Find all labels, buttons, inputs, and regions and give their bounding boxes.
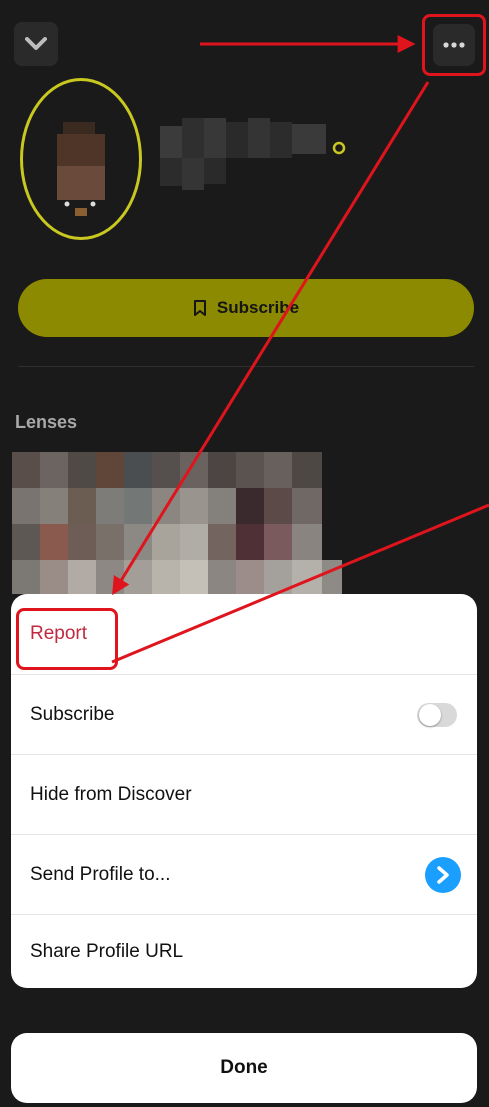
menu-item-label: Share Profile URL bbox=[30, 940, 184, 962]
menu-item-share-profile-url[interactable]: Share Profile URL bbox=[11, 914, 477, 988]
lens-thumbnails-redacted[interactable] bbox=[12, 452, 342, 594]
lenses-section-title: Lenses bbox=[15, 412, 78, 432]
done-button[interactable]: Done bbox=[11, 1033, 477, 1103]
profile-header bbox=[0, 0, 489, 90]
report-highlight-box bbox=[16, 608, 118, 670]
menu-item-send-profile[interactable]: Send Profile to... bbox=[11, 834, 477, 914]
bookmark-icon bbox=[193, 300, 206, 316]
more-horizontal-icon bbox=[443, 42, 465, 48]
profile-avatar[interactable] bbox=[20, 78, 142, 240]
menu-item-label: Hide from Discover bbox=[30, 783, 192, 805]
subscribe-button-label: Subscribe bbox=[216, 298, 300, 317]
send-arrow-button[interactable] bbox=[425, 857, 461, 893]
divider bbox=[18, 366, 474, 367]
more-options-highlight bbox=[422, 14, 486, 76]
collapse-button[interactable] bbox=[14, 22, 58, 66]
menu-item-report[interactable]: Report bbox=[11, 594, 477, 674]
avatar bbox=[57, 122, 105, 216]
subscribe-toggle[interactable] bbox=[417, 703, 457, 727]
menu-item-label: Subscribe bbox=[30, 703, 115, 725]
arrow-right-icon bbox=[437, 866, 449, 884]
menu-item-subscribe[interactable]: Subscribe bbox=[11, 674, 477, 754]
menu-item-hide-from-discover[interactable]: Hide from Discover bbox=[11, 754, 477, 834]
chevron-down-icon bbox=[25, 37, 47, 50]
more-options-button[interactable] bbox=[433, 24, 475, 66]
profile-options-sheet: Report Subscribe Hide from Discover Send… bbox=[11, 594, 477, 988]
profile-name-redacted bbox=[160, 118, 346, 190]
menu-item-label: Send Profile to... bbox=[30, 863, 171, 885]
subscribe-button[interactable]: Subscribe bbox=[18, 279, 474, 337]
